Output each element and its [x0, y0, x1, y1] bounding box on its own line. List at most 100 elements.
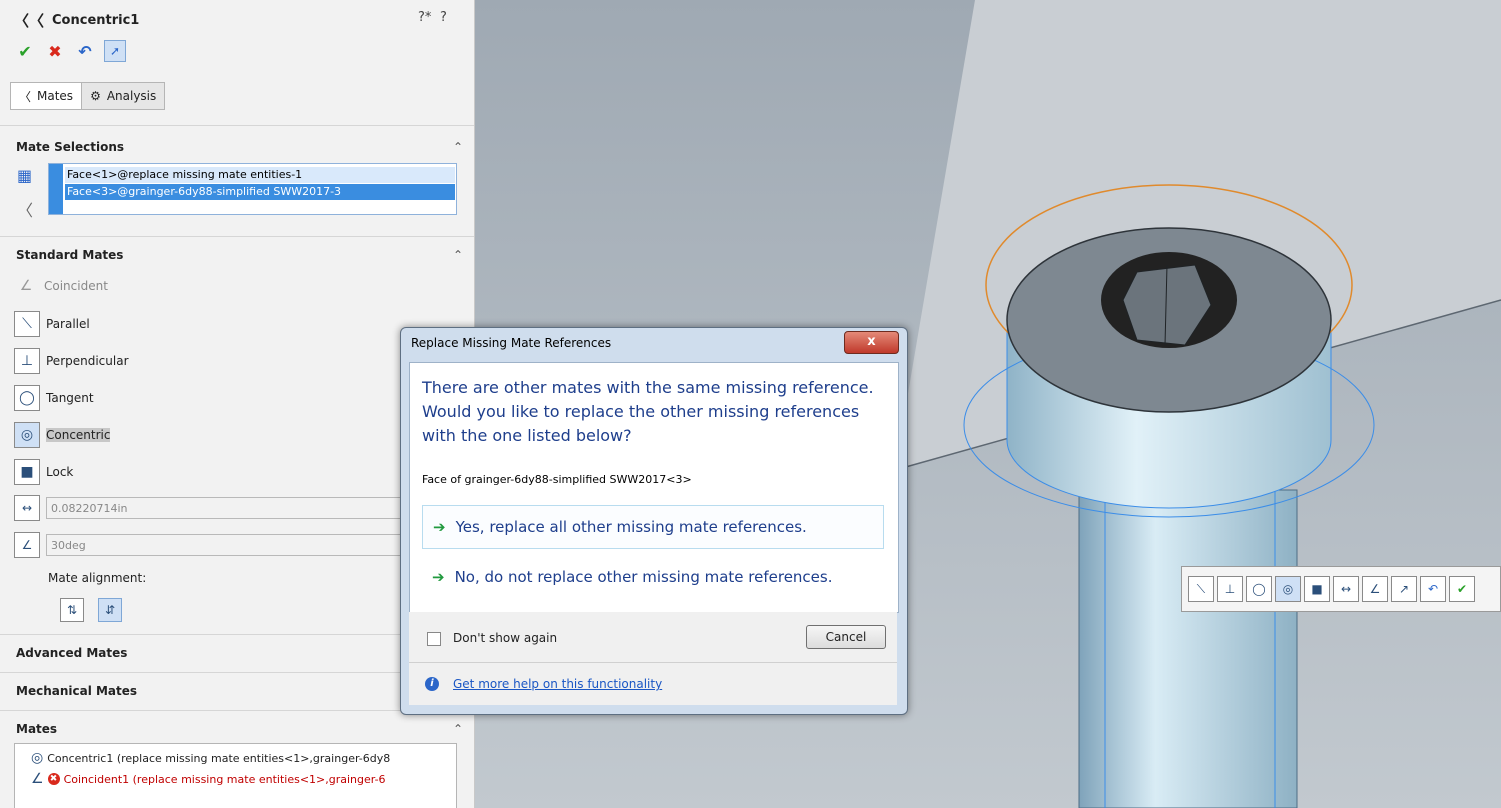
- distance-icon[interactable]: ↔: [1333, 576, 1359, 602]
- pm-tabs: 〈 Mates ⚙ Analysis: [10, 82, 166, 110]
- mate-lock-label: Lock: [46, 465, 74, 479]
- selection-color-bar: [49, 164, 63, 214]
- pm-action-bar: ✔ ✖ ↶ ➚: [14, 40, 126, 62]
- section-mate-selections[interactable]: Mate Selections: [16, 140, 124, 154]
- no-option-label: No, do not replace other missing mate re…: [454, 568, 833, 586]
- distance-input[interactable]: 0.08220714in: [46, 497, 406, 519]
- dont-show-label[interactable]: Don't show again: [453, 631, 557, 645]
- aligned-icon[interactable]: ⇅: [60, 598, 84, 622]
- mate-alignment-buttons: ⇅ ⇵: [60, 598, 122, 622]
- divider: [0, 236, 474, 237]
- pm-header: 〈〈 Concentric1: [14, 10, 139, 31]
- mate-lock[interactable]: ■ Lock: [14, 459, 73, 485]
- tab-mates[interactable]: 〈 Mates: [10, 82, 83, 110]
- mate-tangent[interactable]: ◯ Tangent: [14, 385, 94, 411]
- yes-replace-option[interactable]: ➔ Yes, replace all other missing mate re…: [422, 505, 884, 549]
- angle-row: ∠ 30deg: [14, 532, 406, 558]
- ok-check-icon[interactable]: ✔: [14, 40, 36, 62]
- pushpin-icon[interactable]: ➚: [104, 40, 126, 62]
- mate-paperclip-icon: 〈〈: [14, 12, 45, 30]
- lock-icon: ■: [14, 459, 40, 485]
- ok-check-icon[interactable]: ✔: [1449, 576, 1475, 602]
- angle-icon[interactable]: ∠: [14, 532, 40, 558]
- mate-concentric-label: Concentric: [46, 428, 111, 442]
- divider: [0, 125, 474, 126]
- tab-mates-label: Mates: [37, 89, 74, 103]
- selection-icons: ▦ 〈: [17, 166, 33, 221]
- help-icon[interactable]: ?: [440, 10, 447, 25]
- replace-missing-mate-references-dialog: Replace Missing Mate References x There …: [400, 327, 908, 715]
- list-item[interactable]: ∠ ✖ Coincident1 (replace missing mate en…: [31, 771, 386, 787]
- pm-title: Concentric1: [52, 13, 140, 28]
- collapse-chevron-icon[interactable]: ⌃: [453, 140, 463, 154]
- mate-list-label: Coincident1 (replace missing mate entiti…: [63, 772, 386, 786]
- tab-analysis-label: Analysis: [106, 89, 157, 103]
- mate-parallel-label: Parallel: [46, 317, 90, 331]
- mate-popup-toolbar: ⟍ ⊥ ◯ ◎ ■ ↔ ∠ ↗ ↶ ✔: [1181, 566, 1501, 612]
- dialog-reference: Face of grainger-6dy88-simplified SWW201…: [422, 473, 692, 486]
- undo-icon[interactable]: ↶: [1420, 576, 1446, 602]
- section-mates[interactable]: Mates: [16, 722, 57, 736]
- anti-aligned-icon[interactable]: ⇵: [98, 598, 122, 622]
- mate-coincident[interactable]: ∠ Coincident: [14, 274, 108, 298]
- lock-icon[interactable]: ■: [1304, 576, 1330, 602]
- dialog-help-bar: i Get more help on this functionality: [409, 663, 897, 705]
- cancel-button[interactable]: Cancel: [806, 625, 886, 649]
- coincident-icon: ∠: [31, 771, 44, 787]
- mate-selections-list[interactable]: Face<1>@replace missing mate entities-1 …: [48, 163, 457, 215]
- tangent-icon[interactable]: ◯: [1246, 576, 1272, 602]
- cancel-x-icon[interactable]: ✖: [44, 40, 66, 62]
- green-arrow-icon: ➔: [433, 518, 446, 536]
- whats-wrong-help-icon[interactable]: ?*: [418, 10, 431, 25]
- mate-tangent-label: Tangent: [46, 391, 94, 405]
- gears-icon: ⚙: [90, 89, 101, 103]
- yes-option-label: Yes, replace all other missing mate refe…: [455, 518, 807, 536]
- no-replace-option[interactable]: ➔ No, do not replace other missing mate …: [422, 555, 884, 599]
- mate-concentric[interactable]: ◎ Concentric: [14, 422, 111, 448]
- undo-icon[interactable]: ↶: [74, 40, 96, 62]
- mate-selection-item[interactable]: Face<1>@replace missing mate entities-1: [65, 167, 455, 183]
- angle-input[interactable]: 30deg: [46, 534, 406, 556]
- section-advanced-mates[interactable]: Advanced Mates: [16, 646, 127, 660]
- paperclip-icon: 〈: [19, 89, 32, 104]
- concentric-icon[interactable]: ◎: [1275, 576, 1301, 602]
- section-standard-mates[interactable]: Standard Mates: [16, 248, 123, 262]
- entities-to-mate-secondary-icon: 〈: [17, 201, 34, 220]
- mate-selection-item[interactable]: Face<3>@grainger-6dy88-simplified SWW201…: [65, 184, 455, 200]
- parallel-icon: ⟍: [14, 311, 40, 337]
- mates-list[interactable]: ◎ Concentric1 (replace missing mate enti…: [14, 743, 457, 808]
- coincident-icon: ∠: [19, 278, 33, 294]
- tab-analysis[interactable]: ⚙ Analysis: [81, 82, 166, 110]
- collapse-chevron-icon[interactable]: ⌃: [453, 722, 463, 736]
- bolt-shaft: [1078, 489, 1298, 808]
- concentric-icon: ◎: [14, 422, 40, 448]
- dont-show-checkbox[interactable]: [427, 632, 441, 646]
- mate-parallel[interactable]: ⟍ Parallel: [14, 311, 90, 337]
- dialog-message: There are other mates with the same miss…: [422, 378, 874, 445]
- mate-perpendicular[interactable]: ⊥ Perpendicular: [14, 348, 129, 374]
- mate-coincident-label: Coincident: [44, 279, 108, 293]
- mate-perpendicular-label: Perpendicular: [46, 354, 129, 368]
- concentric-icon: ◎: [31, 750, 44, 766]
- angle-icon[interactable]: ∠: [1362, 576, 1388, 602]
- distance-row: ↔ 0.08220714in: [14, 495, 406, 521]
- distance-icon[interactable]: ↔: [14, 495, 40, 521]
- flip-alignment-icon[interactable]: ↗: [1391, 576, 1417, 602]
- perpendicular-icon[interactable]: ⊥: [1217, 576, 1243, 602]
- info-icon: i: [425, 677, 439, 691]
- green-arrow-icon: ➔: [432, 568, 445, 586]
- dialog-body: There are other mates with the same miss…: [409, 362, 899, 613]
- perpendicular-icon: ⊥: [14, 348, 40, 374]
- dialog-title: Replace Missing Mate References: [411, 336, 612, 350]
- error-icon: ✖: [47, 773, 60, 785]
- mate-list-label: Concentric1 (replace missing mate entiti…: [47, 751, 391, 765]
- tangent-icon: ◯: [14, 385, 40, 411]
- help-link[interactable]: Get more help on this functionality: [453, 677, 662, 691]
- mate-alignment-label: Mate alignment:: [48, 571, 147, 585]
- close-button[interactable]: x: [844, 331, 899, 354]
- list-item[interactable]: ◎ Concentric1 (replace missing mate enti…: [31, 750, 390, 766]
- collapse-chevron-icon[interactable]: ⌃: [453, 248, 463, 262]
- entities-to-mate-icon: ▦: [17, 166, 33, 185]
- parallel-icon[interactable]: ⟍: [1188, 576, 1214, 602]
- section-mechanical-mates[interactable]: Mechanical Mates: [16, 684, 137, 698]
